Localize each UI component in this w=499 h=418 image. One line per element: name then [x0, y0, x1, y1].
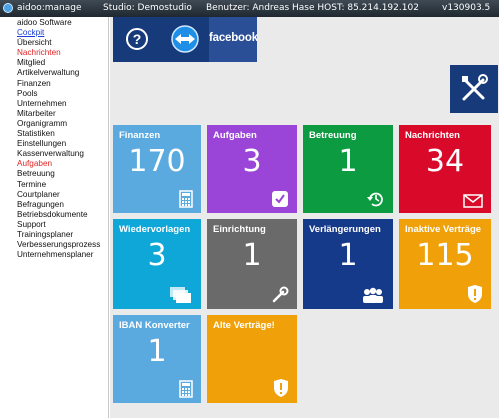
version-label: v130903.5 [442, 3, 491, 13]
tile-count: 1 [338, 144, 358, 179]
tools-button[interactable] [450, 65, 498, 113]
group-icon [363, 287, 383, 303]
sidebar-item-unternehmensplaner[interactable]: Unternehmensplaner [17, 250, 100, 260]
sidebar-item-aidoo-software[interactable]: aidoo Software [17, 18, 100, 28]
sidebar-item-betriebsdokumente[interactable]: Betriebsdokumente [17, 210, 100, 220]
user-host-label: Benutzer: Andreas Hase HOST: 85.214.192.… [206, 3, 419, 13]
app-title: aidoo:manage [17, 3, 82, 13]
tile-label: Einrichtung [213, 224, 266, 235]
sidebar-item-mitarbeiter[interactable]: Mitarbeiter [17, 109, 100, 119]
help-icon: ? [126, 28, 148, 50]
app-icon [3, 3, 13, 13]
calculator-icon [179, 190, 193, 208]
tile-nachrichten[interactable]: Nachrichten 34 [399, 125, 491, 213]
tile-count: 170 [128, 144, 186, 179]
sidebar-item-übersicht[interactable]: Übersicht [17, 38, 100, 48]
sidebar-item-courtplaner[interactable]: Courtplaner [17, 190, 100, 200]
tile-inaktive-vertraege[interactable]: Inaktive Verträge 115 [399, 219, 491, 309]
tile-betreuung[interactable]: Betreuung 1 [303, 125, 393, 213]
tile-label: Finanzen [119, 130, 161, 141]
facebook-button[interactable]: facebook [209, 17, 258, 62]
tile-einrichtung[interactable]: Einrichtung 1 [207, 219, 297, 309]
tile-count: 115 [416, 238, 474, 273]
tile-label: Verlängerungen [309, 224, 381, 235]
history-icon [367, 192, 383, 207]
sidebar-item-finanzen[interactable]: Finanzen [17, 79, 100, 89]
tile-label: Nachrichten [405, 130, 460, 141]
sidebar-item-verbesserungsprozess[interactable]: Verbesserungsprozess [17, 240, 100, 250]
tile-count: 3 [147, 238, 167, 273]
tile-iban-konverter[interactable]: IBAN Konverter 1 [113, 315, 201, 403]
tile-aufgaben[interactable]: Aufgaben 3 [207, 125, 297, 213]
sidebar-item-termine[interactable]: Termine [17, 180, 100, 190]
teamviewer-icon [171, 25, 199, 53]
sidebar-item-nachrichten[interactable]: Nachrichten [17, 48, 100, 58]
teamviewer-button[interactable] [161, 17, 209, 62]
tile-verlaengerungen[interactable]: Verlängerungen 1 [303, 219, 393, 309]
sidebar-item-organigramm[interactable]: Organigramm [17, 119, 100, 129]
tile-count: 1 [242, 238, 262, 273]
checkbox-icon [272, 191, 288, 207]
calculator-icon [179, 380, 193, 398]
sidebar-item-pools[interactable]: Pools [17, 89, 100, 99]
tile-label: Alte Verträge! [213, 320, 275, 331]
tools-icon [462, 74, 488, 101]
sidebar-item-betreuung[interactable]: Betreuung [17, 169, 100, 179]
tile-alte-vertraege[interactable]: Alte Verträge! [207, 315, 297, 403]
sidebar-item-aufgaben[interactable]: Aufgaben [17, 159, 100, 169]
tile-count: 3 [242, 144, 262, 179]
tile-wiedervorlagen[interactable]: Wiedervorlagen 3 [113, 219, 201, 309]
sidebar-item-befragungen[interactable]: Befragungen [17, 200, 100, 210]
sidebar: aidoo Software Cockpit Übersicht Nachrichte… [0, 17, 109, 418]
title-bar: aidoo:manage Studio: Demostudio Benutzer… [0, 0, 499, 17]
studio-label: Studio: Demostudio [103, 3, 192, 13]
mail-icon [463, 194, 483, 208]
cards-icon [170, 287, 191, 303]
facebook-label: facebook [209, 32, 258, 44]
tile-label: IBAN Konverter [119, 320, 190, 331]
sidebar-item-mitglied[interactable]: Mitglied [17, 58, 100, 68]
tile-label: Inaktive Verträge [405, 224, 482, 235]
tile-count: 1 [338, 238, 358, 273]
sidebar-item-unternehmen[interactable]: Unternehmen [17, 99, 100, 109]
tile-label: Betreuung [309, 130, 357, 141]
sidebar-item-statistiken[interactable]: Statistiken [17, 129, 100, 139]
warning-shield-icon [274, 379, 288, 397]
tile-count: 1 [147, 334, 167, 369]
sidebar-item-kassenverwaltung[interactable]: Kassenverwaltung [17, 149, 100, 159]
wrench-icon [272, 286, 289, 303]
warning-shield-icon [468, 285, 482, 303]
sidebar-nav: aidoo Software Cockpit Übersicht Nachrichte… [17, 18, 100, 260]
tile-finanzen[interactable]: Finanzen 170 [113, 125, 201, 213]
sidebar-item-einstellungen[interactable]: Einstellungen [17, 139, 100, 149]
tile-label: Aufgaben [213, 130, 257, 141]
sidebar-item-cockpit[interactable]: Cockpit [17, 28, 100, 38]
sidebar-item-support[interactable]: Support [17, 220, 100, 230]
sidebar-item-artikelverwaltung[interactable]: Artikelverwaltung [17, 68, 100, 78]
help-button[interactable]: ? [113, 17, 161, 62]
tile-label: Wiedervorlagen [119, 224, 191, 235]
tile-count: 34 [425, 144, 465, 179]
sidebar-item-trainingsplaner[interactable]: Trainingsplaner [17, 230, 100, 240]
